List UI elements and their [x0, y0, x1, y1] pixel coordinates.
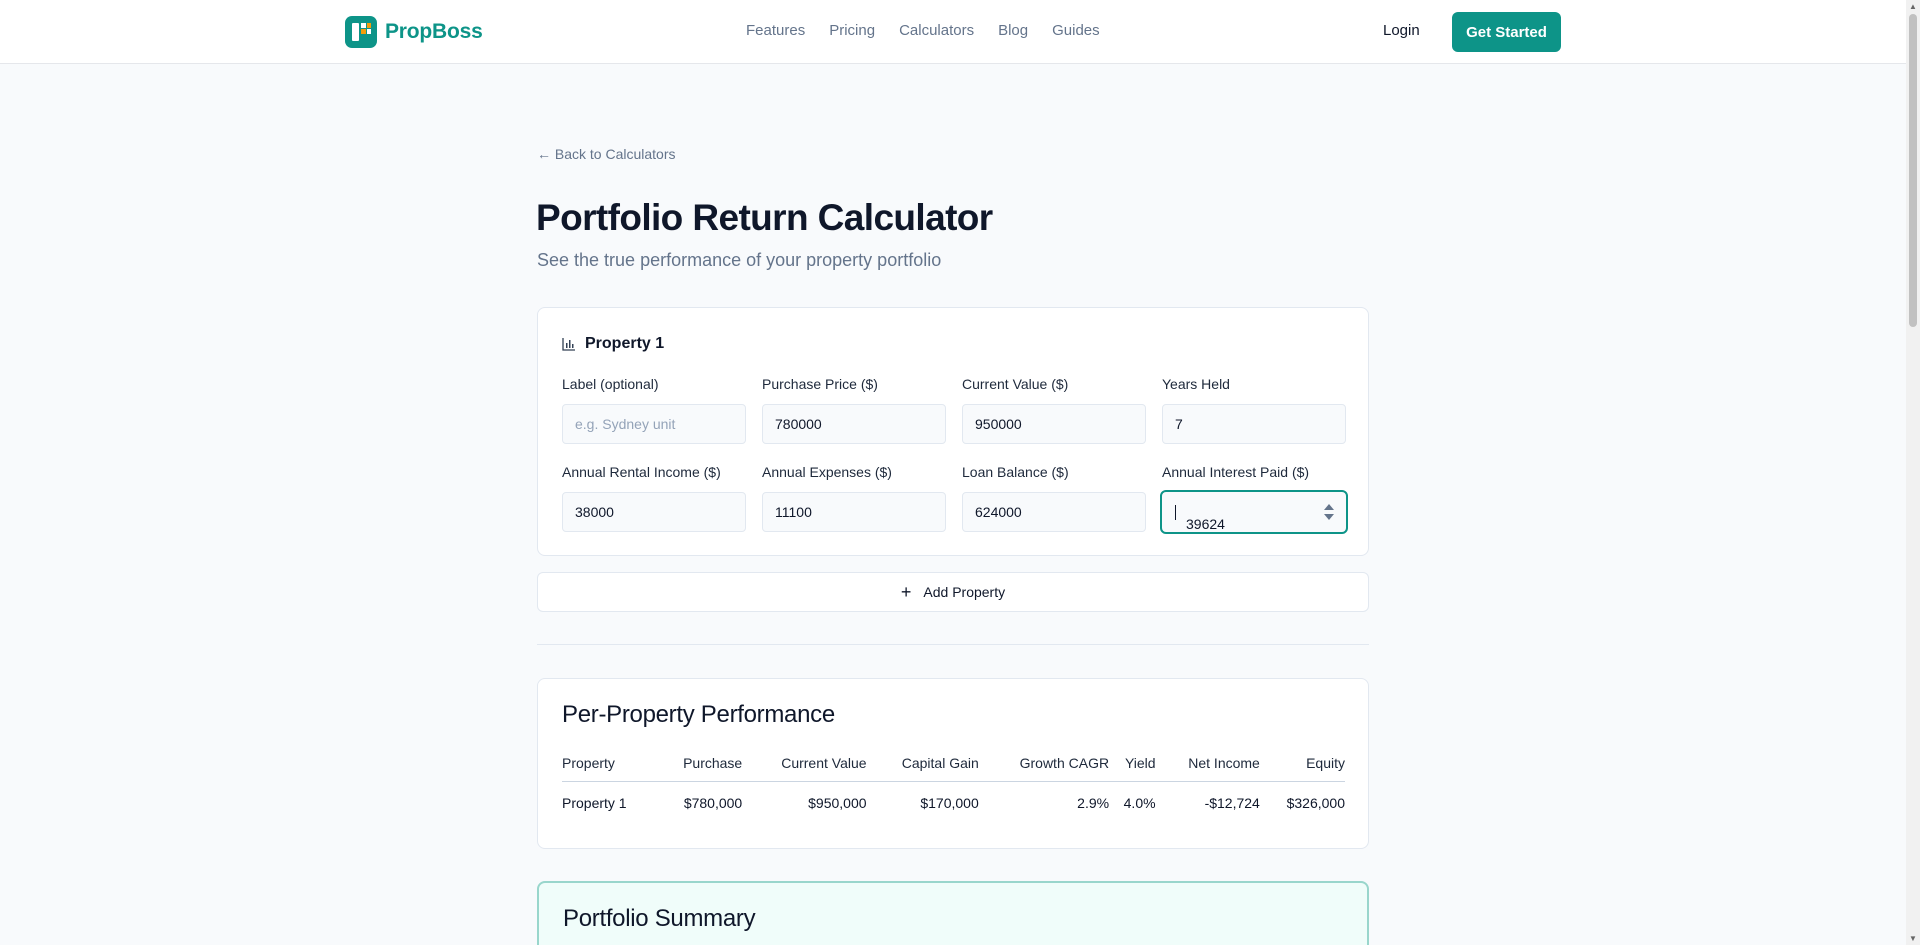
nav-features[interactable]: Features: [746, 22, 805, 39]
column-header: Yield: [1109, 749, 1156, 782]
nav-guides[interactable]: Guides: [1052, 22, 1100, 39]
performance-title: Per-Property Performance: [562, 701, 835, 728]
column-header: Growth CAGR: [978, 749, 1110, 782]
current-value-input[interactable]: [962, 404, 1146, 444]
section-divider: [537, 644, 1369, 645]
expenses-label: Annual Expenses ($): [762, 464, 892, 480]
back-to-calculators-link[interactable]: ← Back to Calculators: [537, 146, 676, 162]
label-input[interactable]: [562, 404, 746, 444]
years-held-label: Years Held: [1162, 376, 1230, 392]
property-heading-label: Property 1: [585, 335, 665, 352]
brand-logo-link[interactable]: PropBoss: [345, 16, 483, 48]
add-property-button[interactable]: + Add Property: [537, 572, 1369, 612]
interest-paid-label: Annual Interest Paid ($): [1162, 464, 1310, 480]
interest-paid-value: 39624: [1174, 504, 1225, 532]
main-nav: Features Pricing Calculators Blog Guides: [746, 22, 1100, 39]
property-card: Property 1 Label (optional) Purchase Pri…: [537, 307, 1369, 556]
column-header: Property: [562, 749, 657, 782]
current-value-label: Current Value ($): [962, 376, 1069, 392]
cell-purchase: $780,000: [683, 795, 743, 811]
add-property-label: Add Property: [923, 584, 1006, 600]
property-heading: Property 1: [562, 335, 664, 353]
years-held-input[interactable]: [1162, 404, 1346, 444]
cell-equity: $326,000: [1286, 795, 1345, 811]
table-header-row: Property Purchase Current Value Capital …: [562, 749, 1345, 782]
cell-growth-cagr: 2.9%: [1077, 795, 1110, 811]
performance-table: Property Purchase Current Value Capital …: [562, 749, 1345, 811]
cell-property: Property 1: [562, 795, 627, 811]
brand-name: PropBoss: [385, 20, 483, 43]
rental-income-input[interactable]: [562, 492, 746, 532]
column-header: Current Value: [742, 749, 867, 782]
nav-pricing[interactable]: Pricing: [829, 22, 875, 39]
loan-balance-input[interactable]: [962, 492, 1146, 532]
portfolio-summary-card: Portfolio Summary: [537, 881, 1369, 945]
table-row: Property 1 $780,000 $950,000 $170,000 2.…: [562, 782, 1345, 811]
column-header: Purchase: [656, 749, 743, 782]
bar-chart-icon: [562, 338, 575, 351]
nav-blog[interactable]: Blog: [998, 22, 1028, 39]
interest-paid-input[interactable]: 39624: [1160, 490, 1348, 534]
purchase-price-input[interactable]: [762, 404, 946, 444]
column-header: Capital Gain: [866, 749, 979, 782]
login-link[interactable]: Login: [1383, 22, 1420, 39]
number-spinner-icon[interactable]: [1324, 504, 1334, 522]
cell-capital-gain: $170,000: [920, 795, 979, 811]
column-header: Equity: [1259, 749, 1345, 782]
scroll-thumb[interactable]: [1909, 14, 1917, 327]
label-field-label: Label (optional): [562, 376, 659, 392]
scroll-down-icon[interactable]: ▼: [1909, 934, 1917, 943]
page-title: Portfolio Return Calculator: [536, 197, 993, 238]
page-subtitle: See the true performance of your propert…: [537, 250, 942, 270]
nav-calculators[interactable]: Calculators: [899, 22, 974, 39]
purchase-price-label: Purchase Price ($): [762, 376, 878, 392]
rental-income-label: Annual Rental Income ($): [562, 464, 721, 480]
summary-title: Portfolio Summary: [563, 905, 756, 932]
top-navbar: PropBoss Features Pricing Calculators Bl…: [0, 0, 1906, 64]
loan-balance-label: Loan Balance ($): [962, 464, 1069, 480]
performance-card: Per-Property Performance Property Purcha…: [537, 678, 1369, 849]
plus-icon: +: [900, 582, 912, 602]
get-started-button[interactable]: Get Started: [1452, 12, 1561, 52]
cell-net-income: -$12,724: [1204, 795, 1260, 811]
brand-logo-icon: [345, 16, 377, 48]
cell-current-value: $950,000: [808, 795, 867, 811]
expenses-input[interactable]: [762, 492, 946, 532]
column-header: Net Income: [1155, 749, 1260, 782]
page-scrollbar[interactable]: ▲ ▼: [1906, 0, 1920, 945]
cell-yield: 4.0%: [1123, 795, 1156, 811]
scroll-up-icon[interactable]: ▲: [1909, 2, 1917, 11]
